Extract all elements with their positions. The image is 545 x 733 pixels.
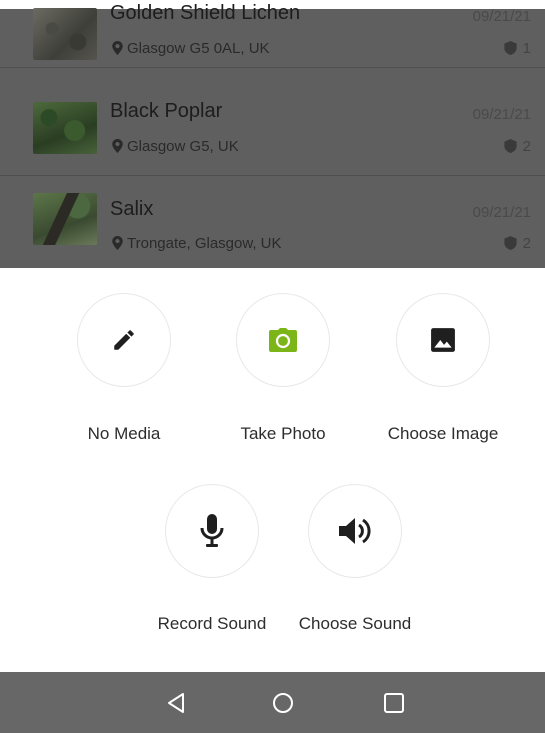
- record-count-text: 2: [522, 235, 531, 252]
- record-name: Golden Shield Lichen: [110, 2, 301, 24]
- record-count-text: 1: [522, 40, 531, 57]
- choose-sound-label: Choose Sound: [298, 614, 412, 633]
- recents-button[interactable]: [379, 688, 409, 718]
- list-item[interactable]: Black Poplar 09/21/21 Glasgow G5, UK 2: [0, 88, 545, 176]
- back-button[interactable]: [161, 688, 191, 718]
- record-sound-label: Record Sound: [157, 614, 267, 633]
- back-icon: [168, 693, 184, 713]
- record-location-text: Glasgow G5, UK: [127, 138, 239, 155]
- record-date: 09/21/21: [472, 204, 531, 221]
- record-name: Salix: [110, 198, 154, 220]
- record-location-text: Trongate, Glasgow, UK: [127, 235, 282, 252]
- list-item[interactable]: Golden Shield Lichen 09/21/21 Glasgow G5…: [0, 0, 545, 68]
- shield-icon: [504, 139, 517, 153]
- location-pin-icon: [112, 236, 123, 250]
- list-item[interactable]: Salix 09/21/21 Trongate, Glasgow, UK 2: [0, 176, 545, 264]
- home-icon: [273, 693, 293, 713]
- record-location-text: Glasgow G5 0AL, UK: [127, 40, 270, 57]
- record-date: 09/21/21: [472, 8, 531, 25]
- microphone-icon: [200, 514, 224, 547]
- location-pin-icon: [112, 139, 123, 153]
- record-name: Black Poplar: [110, 100, 223, 122]
- take-photo-button[interactable]: [236, 293, 330, 387]
- record-count: 1: [504, 40, 531, 57]
- location-pin-icon: [112, 41, 123, 55]
- record-thumbnail: [33, 8, 97, 60]
- record-thumbnail: [33, 193, 97, 245]
- record-thumbnail: [33, 102, 97, 154]
- record-location: Glasgow G5 0AL, UK: [112, 40, 270, 57]
- record-count-text: 2: [522, 138, 531, 155]
- record-list: Golden Shield Lichen 09/21/21 Glasgow G5…: [0, 0, 545, 268]
- navigation-bar: [0, 672, 545, 733]
- shield-icon: [504, 236, 517, 250]
- choose-image-button[interactable]: [396, 293, 490, 387]
- no-media-button[interactable]: [77, 293, 171, 387]
- image-icon: [431, 328, 455, 352]
- recents-icon: [384, 693, 404, 713]
- record-count: 2: [504, 235, 531, 252]
- speaker-icon: [339, 518, 371, 544]
- camera-icon: [269, 328, 297, 352]
- record-date: 09/21/21: [472, 106, 531, 123]
- media-bottom-sheet: No Media Take Photo Choose Image Record …: [0, 268, 545, 672]
- record-count: 2: [504, 138, 531, 155]
- record-location: Trongate, Glasgow, UK: [112, 235, 282, 252]
- home-button[interactable]: [268, 688, 298, 718]
- choose-image-label: Choose Image: [387, 424, 499, 443]
- choose-sound-button[interactable]: [308, 484, 402, 578]
- take-photo-label: Take Photo: [240, 424, 326, 443]
- pencil-icon: [114, 330, 134, 350]
- record-location: Glasgow G5, UK: [112, 138, 239, 155]
- shield-icon: [504, 41, 517, 55]
- no-media-label: No Media: [87, 424, 161, 443]
- record-sound-button[interactable]: [165, 484, 259, 578]
